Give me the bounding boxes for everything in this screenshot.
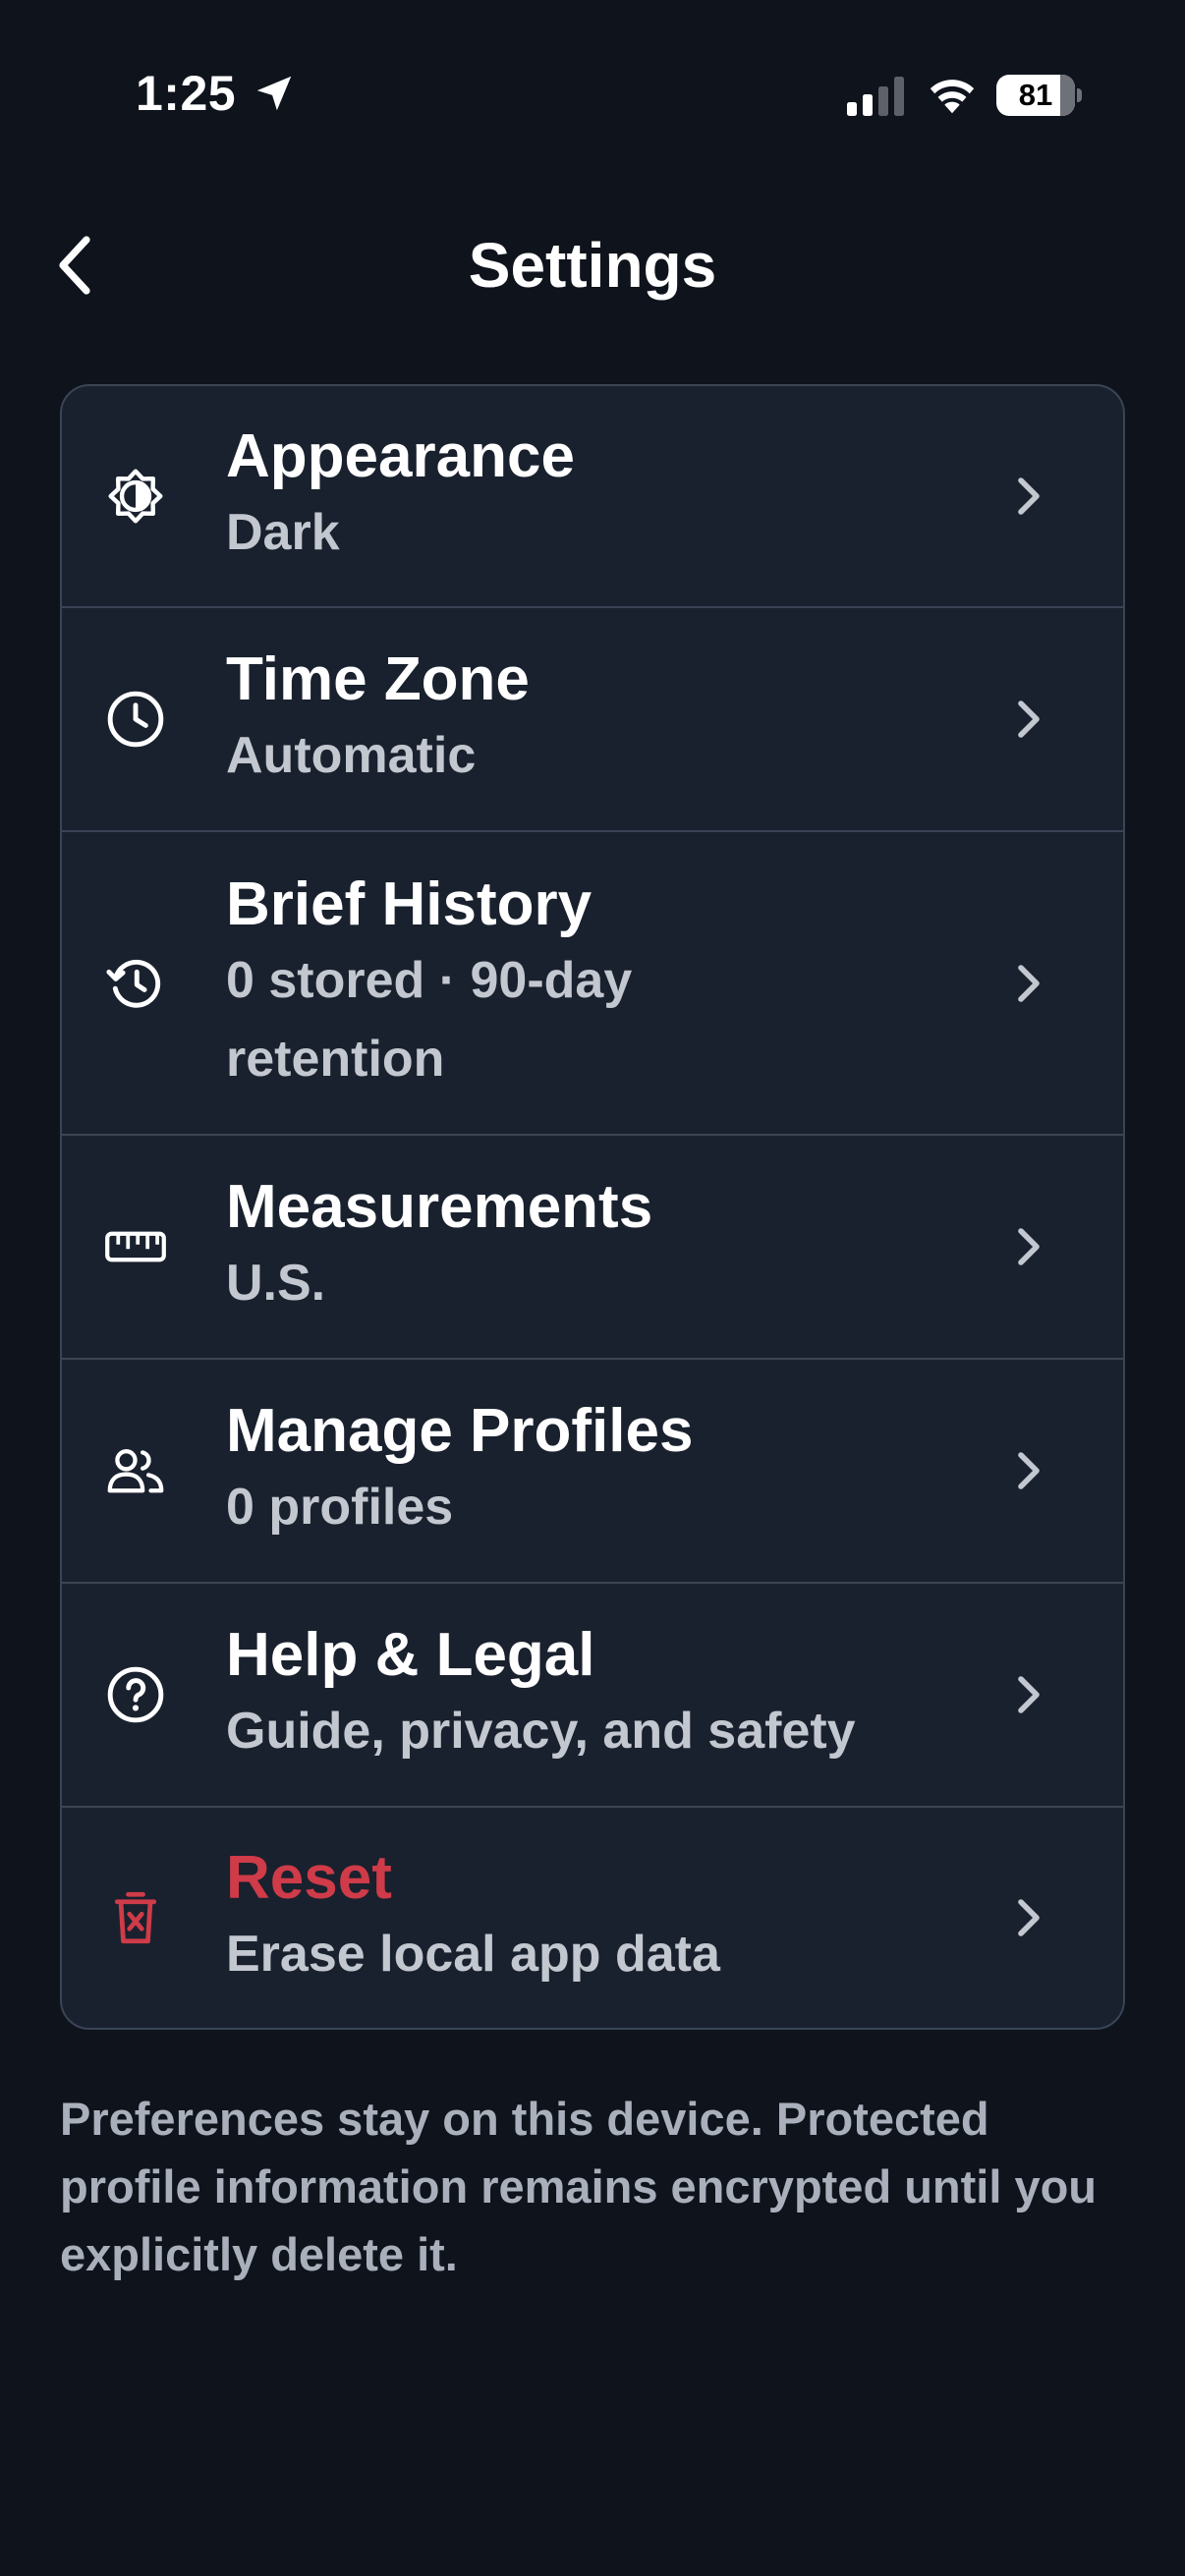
row-title: Manage Profiles	[226, 1397, 694, 1465]
chevron-right-icon	[1018, 1228, 1040, 1265]
row-subtitle: 0 stored · 90-day retention	[226, 951, 633, 1088]
clock-icon	[105, 689, 166, 750]
chevron-right-icon	[1018, 477, 1040, 515]
status-bar: 1:25 81	[0, 0, 1185, 187]
row-subtitle: Dark	[226, 504, 340, 561]
row-title: Measurements	[226, 1173, 653, 1241]
settings-row-manage-profiles[interactable]: Manage Profiles 0 profiles	[62, 1360, 1123, 1584]
row-subtitle: Erase local app data	[226, 1926, 720, 1983]
row-subtitle: 0 profiles	[226, 1479, 454, 1536]
battery-percent: 81	[1018, 78, 1053, 112]
settings-row-appearance[interactable]: Appearance Dark	[62, 386, 1123, 608]
footer-note: Preferences stay on this device. Protect…	[60, 2093, 1098, 2280]
settings-list: Appearance Dark Time Zone Automatic Brie…	[60, 384, 1125, 2030]
chevron-right-icon	[1018, 1676, 1040, 1713]
chevron-right-icon	[1018, 700, 1040, 738]
settings-row-brief-history[interactable]: Brief History 0 stored · 90-day retentio…	[62, 832, 1123, 1136]
row-title: Help & Legal	[226, 1621, 595, 1689]
settings-row-measurements[interactable]: Measurements U.S.	[62, 1136, 1123, 1360]
chevron-right-icon	[1018, 964, 1040, 1002]
history-icon	[105, 953, 166, 1014]
chevron-right-icon	[1018, 1899, 1040, 1936]
ruler-icon	[105, 1216, 166, 1277]
row-subtitle: Automatic	[226, 727, 477, 784]
location-arrow-icon	[256, 76, 292, 111]
chevron-right-icon	[1018, 1452, 1040, 1489]
settings-row-reset[interactable]: Reset Erase local app data	[62, 1808, 1123, 2028]
row-title: Appearance	[226, 422, 575, 490]
people-icon	[105, 1440, 166, 1501]
page-title: Settings	[468, 230, 717, 301]
navigation-bar: Settings	[0, 196, 1185, 334]
settings-row-help-legal[interactable]: Help & Legal Guide, privacy, and safety	[62, 1584, 1123, 1808]
row-subtitle: Guide, privacy, and safety	[226, 1703, 856, 1760]
trash-icon	[105, 1887, 166, 1948]
cellular-signal-icon	[847, 77, 904, 116]
row-title: Reset	[226, 1844, 392, 1912]
row-title: Brief History	[226, 869, 592, 938]
battery-indicator: 81	[996, 75, 1082, 116]
appearance-icon	[105, 466, 166, 527]
row-title: Time Zone	[226, 645, 530, 713]
help-icon	[105, 1664, 166, 1725]
settings-row-time-zone[interactable]: Time Zone Automatic	[62, 608, 1123, 832]
status-time: 1:25	[136, 66, 237, 121]
wifi-icon	[930, 80, 975, 114]
row-subtitle: U.S.	[226, 1255, 326, 1312]
